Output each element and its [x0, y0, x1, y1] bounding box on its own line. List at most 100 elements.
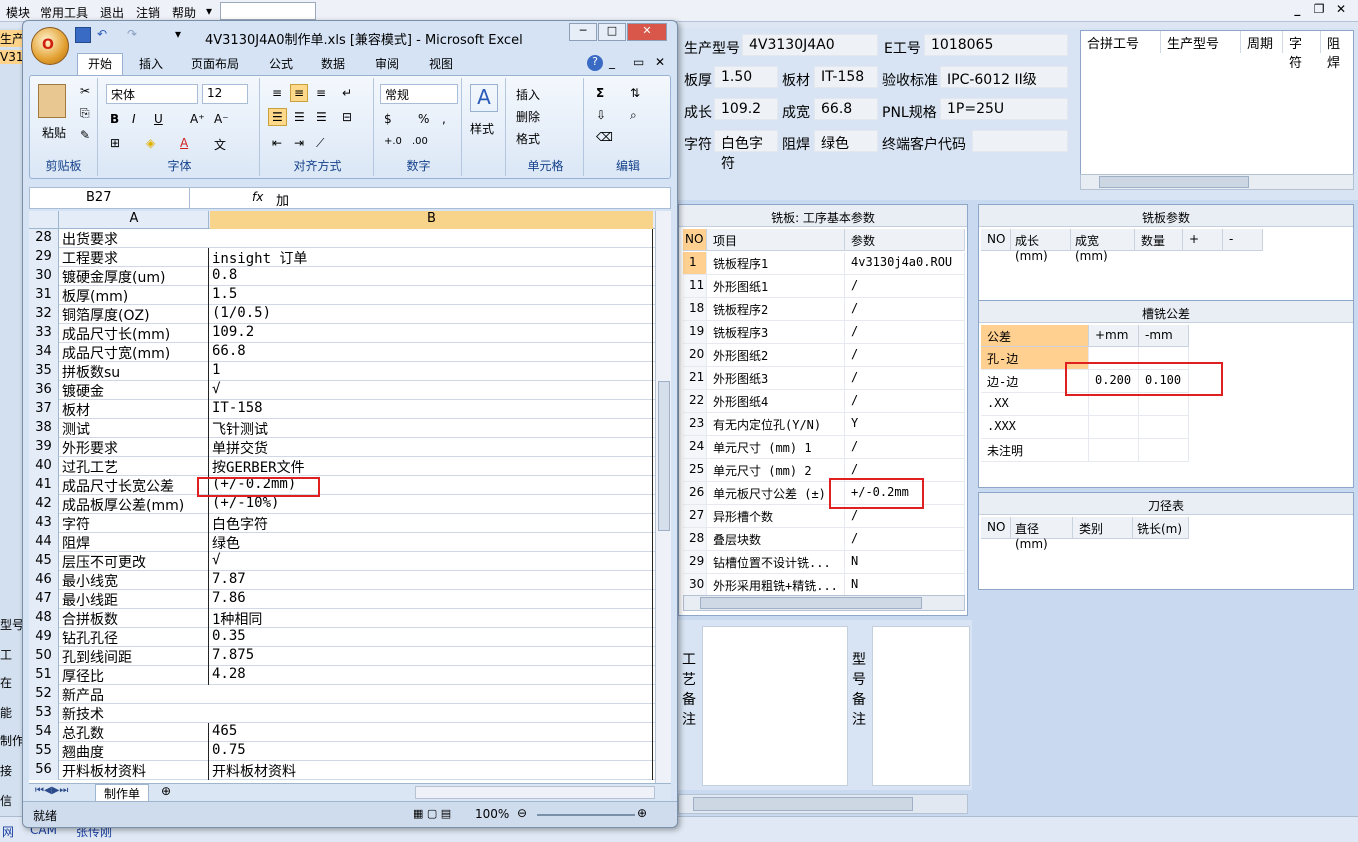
process-row-no[interactable]: 30 — [683, 574, 707, 597]
cell-b[interactable]: 0.8 — [210, 267, 653, 286]
process-row-param[interactable]: / — [845, 390, 965, 413]
row-number[interactable]: 55 — [29, 742, 59, 761]
paste-button[interactable]: 粘贴 — [38, 122, 70, 143]
insert-sheet-icon[interactable]: ⊕ — [161, 784, 171, 798]
left-item-in[interactable]: 在 — [0, 674, 22, 691]
cell-a[interactable]: 工程要求 — [60, 248, 209, 267]
param-field-pnl[interactable]: 1P=25U — [940, 98, 1068, 120]
process-row-item[interactable]: 铣板程序2 — [707, 298, 845, 321]
row-number[interactable]: 32 — [29, 305, 59, 324]
row-number[interactable]: 29 — [29, 248, 59, 267]
autosum-button[interactable]: Σ — [592, 84, 608, 102]
left-item-make[interactable]: 制作 — [0, 732, 22, 749]
process-row-no[interactable]: 23 — [683, 413, 707, 436]
menu-module[interactable]: 模块 — [6, 4, 30, 21]
bold-button[interactable]: B — [106, 110, 123, 128]
cell-a[interactable]: 翘曲度 — [60, 742, 209, 761]
underline-button[interactable]: U — [150, 110, 167, 128]
merge-center-icon[interactable]: ⊟ — [338, 108, 356, 126]
fill-color-icon[interactable]: ◈ — [142, 134, 159, 152]
row-number[interactable]: 50 — [29, 647, 59, 666]
process-table-scrollbar[interactable] — [683, 595, 965, 611]
increase-decimal-icon[interactable]: +.0 — [380, 134, 406, 149]
border-icon[interactable]: ⊞ — [106, 134, 124, 152]
cell-a[interactable]: 出货要求 — [60, 229, 209, 248]
process-row-param[interactable]: / — [845, 436, 965, 459]
row-number[interactable]: 51 — [29, 666, 59, 685]
menu-chevron-icon[interactable]: ▾ — [206, 4, 212, 18]
sort-filter-icon[interactable]: ⇅ — [626, 84, 644, 102]
vertical-scroll-thumb[interactable] — [658, 381, 670, 531]
decrease-decimal-icon[interactable]: .00 — [408, 134, 432, 149]
cell-a[interactable]: 测试 — [60, 419, 209, 438]
cell-b[interactable]: 1.5 — [210, 286, 653, 305]
tolerance-row-name[interactable]: .XX — [981, 393, 1089, 416]
column-header-b[interactable]: B — [210, 211, 653, 229]
row-number[interactable]: 48 — [29, 609, 59, 628]
param-field-material[interactable]: IT-158 — [814, 66, 878, 88]
row-number[interactable]: 28 — [29, 229, 59, 248]
font-color-icon[interactable]: A — [176, 134, 192, 152]
process-row-no[interactable]: 27 — [683, 505, 707, 528]
align-middle-icon[interactable]: ≡ — [290, 84, 309, 102]
process-row-no[interactable]: 11 — [683, 275, 707, 298]
align-center-icon[interactable]: ☰ — [290, 108, 309, 126]
row-number[interactable]: 40 — [29, 457, 59, 476]
left-item-model[interactable]: V31 — [0, 50, 22, 64]
row-number[interactable]: 54 — [29, 723, 59, 742]
cell-b[interactable]: √ — [210, 552, 653, 571]
column-header-a[interactable]: A — [60, 211, 209, 229]
row-number[interactable]: 46 — [29, 571, 59, 590]
cell-b[interactable]: 66.8 — [210, 343, 653, 362]
notes-scrollbar[interactable] — [678, 794, 968, 814]
cell-b[interactable]: 1种相同 — [210, 609, 653, 628]
process-row-param[interactable]: / — [845, 344, 965, 367]
cut-icon[interactable]: ✂ — [76, 82, 94, 100]
combine-table-scrollbar[interactable] — [1080, 174, 1354, 190]
zoom-level[interactable]: 100% — [475, 807, 509, 821]
font-name-select[interactable]: 宋体 — [106, 84, 198, 104]
tolerance-row-minus[interactable] — [1139, 393, 1189, 416]
process-row-item[interactable]: 铣板程序1 — [707, 252, 845, 275]
align-left-icon[interactable]: ☰ — [268, 108, 287, 126]
model-note-input[interactable] — [872, 626, 970, 786]
menu-help[interactable]: 帮助 — [172, 4, 196, 21]
formula-input[interactable]: 加 — [276, 190, 289, 209]
cell-b[interactable]: 白色字符 — [210, 514, 653, 533]
cell-a[interactable]: 字符 — [60, 514, 209, 533]
left-item-info[interactable]: 信 — [0, 792, 22, 809]
tab-formulas[interactable]: 公式 — [269, 55, 293, 72]
cell-a[interactable]: 最小线距 — [60, 590, 209, 609]
cell-b[interactable]: 0.35 — [210, 628, 653, 647]
copy-icon[interactable]: ⎘ — [76, 104, 94, 123]
styles-button[interactable]: 样式 — [466, 118, 498, 139]
process-row-item[interactable]: 铣板程序3 — [707, 321, 845, 344]
left-item-type[interactable]: 型号 — [0, 616, 22, 633]
row-number[interactable]: 44 — [29, 533, 59, 552]
row-number[interactable]: 43 — [29, 514, 59, 533]
tab-review[interactable]: 审阅 — [375, 55, 399, 72]
phonetic-icon[interactable]: 文 — [210, 134, 230, 155]
process-row-param[interactable]: 4v3130j4a0.ROU — [845, 252, 965, 275]
process-row-param[interactable]: / — [845, 275, 965, 298]
process-row-no[interactable]: 1 — [683, 252, 707, 275]
process-row-item[interactable]: 异形槽个数 — [707, 505, 845, 528]
cell-b[interactable]: (1/0.5) — [210, 305, 653, 324]
sheet-nav-icon[interactable]: ⏮◀▶⏭ — [35, 785, 68, 796]
zoom-in-icon[interactable]: ⊕ — [637, 806, 647, 820]
process-row-item[interactable]: 单元尺寸 (mm) 2 — [707, 459, 845, 482]
cell-a[interactable]: 层压不可更改 — [60, 552, 209, 571]
cell-a[interactable]: 新技术 — [60, 704, 209, 723]
process-row-no[interactable]: 18 — [683, 298, 707, 321]
ribbon-minimize-icon[interactable]: _ — [609, 55, 615, 69]
menu-combo[interactable] — [220, 2, 316, 20]
param-field-mask[interactable]: 绿色 — [814, 130, 878, 152]
grow-font-icon[interactable]: A⁺ — [186, 110, 209, 128]
save-icon[interactable] — [75, 27, 91, 43]
process-row-no[interactable]: 20 — [683, 344, 707, 367]
process-row-item[interactable]: 钻槽位置不设计铣... — [707, 551, 845, 574]
clear-icon[interactable]: ⌫ — [592, 128, 617, 146]
process-row-no[interactable]: 22 — [683, 390, 707, 413]
name-box[interactable]: B27 — [30, 188, 190, 208]
process-row-no[interactable]: 24 — [683, 436, 707, 459]
